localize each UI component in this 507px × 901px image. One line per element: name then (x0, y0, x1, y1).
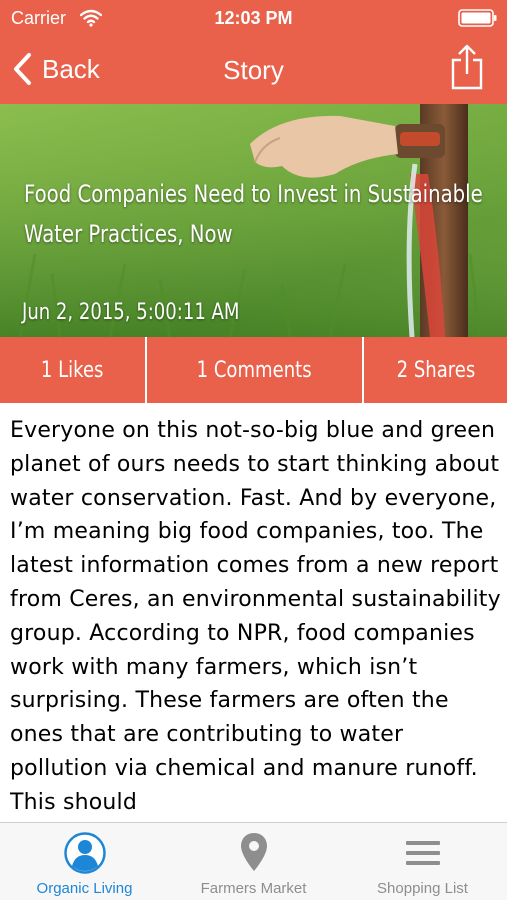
shares-button[interactable]: 2 Shares (364, 337, 507, 403)
page-title: Story (223, 55, 284, 85)
story-title: Food Companies Need to Invest in Sustain… (24, 180, 483, 248)
battery-icon (458, 9, 497, 27)
status-bar: Carrier 12:03 PM (0, 0, 507, 36)
story-hero-image: Food Companies Need to Invest in Sustain… (0, 104, 507, 337)
navigation-header: Carrier 12:03 PM Back Story (0, 0, 507, 104)
clock: 12:03 PM (214, 8, 293, 28)
share-icon[interactable] (450, 44, 484, 90)
likes-count: 1 Likes (41, 357, 104, 383)
likes-button[interactable]: 1 Likes (0, 337, 145, 403)
story-date: Jun 2, 2015, 5:00:11 AM (22, 300, 240, 325)
tab-label: Shopping List (377, 880, 468, 897)
shares-count: 2 Shares (396, 357, 475, 383)
tab-label: Farmers Market (200, 880, 307, 897)
tab-shopping-list[interactable]: Shopping List (338, 823, 507, 901)
story-body: Everyone on this not-so-big blue and gre… (10, 418, 501, 815)
tab-organic-living[interactable]: Organic Living (0, 823, 169, 901)
tab-label: Organic Living (36, 880, 133, 897)
tab-bar: Organic Living Farmers Market Shopping L… (0, 822, 507, 900)
map-pin-icon (240, 833, 267, 871)
tab-farmers-market[interactable]: Farmers Market (169, 823, 338, 901)
person-icon (63, 832, 106, 874)
list-icon (405, 841, 440, 865)
story-stats-bar: 1 Likes 1 Comments 2 Shares (0, 337, 507, 403)
comments-button[interactable]: 1 Comments (147, 337, 362, 403)
comments-count: 1 Comments (196, 357, 313, 383)
